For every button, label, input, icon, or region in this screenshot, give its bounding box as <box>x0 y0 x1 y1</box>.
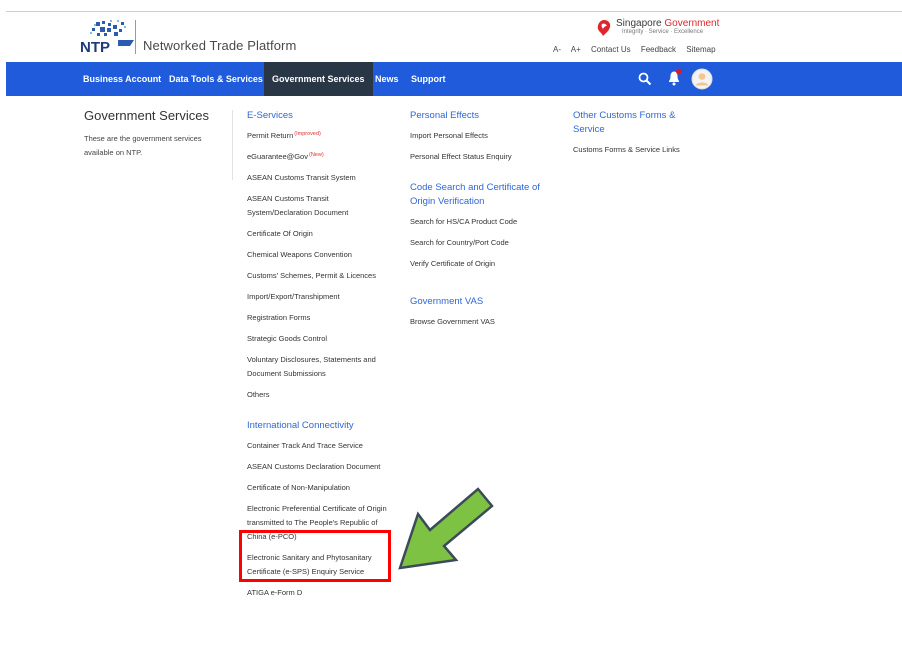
eservices-heading: E-Services <box>247 110 293 121</box>
link-certificate-non-manipulation[interactable]: Certificate of Non-Manipulation <box>247 481 389 495</box>
nav-news[interactable]: News <box>375 62 399 96</box>
other-forms-heading: Other Customs Forms & Service <box>573 110 676 135</box>
contact-us-link[interactable]: Contact Us <box>591 45 631 54</box>
link-others[interactable]: Others <box>247 388 389 402</box>
link-chemical-weapons-convention[interactable]: Chemical Weapons Convention <box>247 248 389 262</box>
eservices-column: E-Services Permit Return(Improved) eGuar… <box>247 109 389 600</box>
link-import-export-transhipment[interactable]: Import/Export/Transhipment <box>247 290 389 304</box>
link-certificate-of-origin[interactable]: Certificate Of Origin <box>247 227 389 241</box>
sg-gov-tagline: Integrity · Service · Excellence <box>622 29 704 35</box>
link-asean-customs-transit-system[interactable]: ASEAN Customs Transit System <box>247 171 389 185</box>
other-forms-column: Other Customs Forms & Service Customs Fo… <box>573 109 695 157</box>
singapore-lion-icon <box>597 20 611 36</box>
personal-effects-heading: Personal Effects <box>410 110 480 121</box>
ntp-logo-icon[interactable]: NTP <box>80 20 136 54</box>
government-vas-heading: Government VAS <box>410 296 484 307</box>
link-strategic-goods-control[interactable]: Strategic Goods Control <box>247 332 389 346</box>
font-decrease-link[interactable]: A- <box>553 45 561 54</box>
feedback-link[interactable]: Feedback <box>641 45 676 54</box>
nav-data-tools-services[interactable]: Data Tools & Services <box>169 62 263 96</box>
green-arrow-icon <box>398 487 494 570</box>
link-eguarantee[interactable]: eGuarantee@Gov(New) <box>247 150 389 164</box>
link-personal-effect-status[interactable]: Personal Effect Status Enquiry <box>410 150 552 164</box>
link-asean-customs-declaration-document[interactable]: ASEAN Customs Declaration Document <box>247 460 389 474</box>
link-voluntary-disclosures[interactable]: Voluntary Disclosures, Statements and Do… <box>247 353 389 381</box>
top-divider <box>6 11 902 12</box>
sitemap-link[interactable]: Sitemap <box>686 45 715 54</box>
link-country-port-code[interactable]: Search for Country/Port Code <box>410 236 552 250</box>
link-permit-return[interactable]: Permit Return(Improved) <box>247 129 389 143</box>
link-customs-forms-service[interactable]: Customs Forms & Service Links <box>573 143 695 157</box>
link-acts-declaration-document[interactable]: ASEAN Customs Transit System/Declaration… <box>247 192 389 220</box>
brand-name: Networked Trade Platform <box>143 38 297 53</box>
sg-gov-title: Singapore Government <box>616 18 720 29</box>
column-divider <box>232 110 233 180</box>
personal-effects-column: Personal Effects Import Personal Effects… <box>410 109 552 329</box>
search-icon[interactable] <box>638 72 652 86</box>
main-nav: Business Account Data Tools & Services G… <box>6 62 902 96</box>
link-container-track-trace[interactable]: Container Track And Trace Service <box>247 439 389 453</box>
font-increase-link[interactable]: A+ <box>571 45 581 54</box>
code-search-heading: Code Search and Certificate of Origin Ve… <box>410 182 540 207</box>
link-registration-forms[interactable]: Registration Forms <box>247 311 389 325</box>
logo-divider <box>135 20 136 54</box>
link-verify-certificate-origin[interactable]: Verify Certificate of Origin <box>410 257 552 271</box>
link-hs-ca-product-code[interactable]: Search for HS/CA Product Code <box>410 215 552 229</box>
avatar-icon[interactable] <box>691 68 713 90</box>
link-import-personal-effects[interactable]: Import Personal Effects <box>410 129 552 143</box>
svg-text:NTP: NTP <box>80 39 110 54</box>
utility-links: A- A+ Contact Us Feedback Sitemap <box>553 45 716 54</box>
highlight-box <box>239 530 391 582</box>
nav-support[interactable]: Support <box>411 62 446 96</box>
page-title: Government Services <box>84 108 209 123</box>
nav-government-services[interactable]: Government Services <box>264 62 373 96</box>
bell-icon[interactable] <box>666 68 684 88</box>
nav-business-account[interactable]: Business Account <box>83 62 161 96</box>
link-customs-schemes-permit-licences[interactable]: Customs' Schemes, Permit & Licences <box>247 269 389 283</box>
intl-connectivity-heading: International Connectivity <box>247 420 354 431</box>
link-browse-government-vas[interactable]: Browse Government VAS <box>410 315 552 329</box>
page-description: These are the government services availa… <box>84 134 202 157</box>
link-atiga-e-form-d[interactable]: ATIGA e-Form D <box>247 586 389 600</box>
